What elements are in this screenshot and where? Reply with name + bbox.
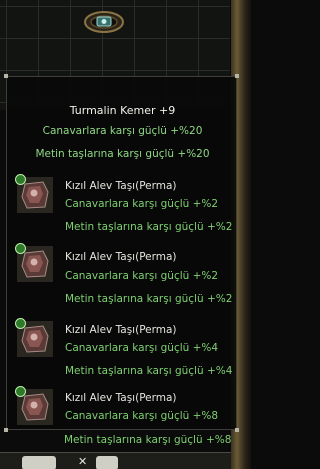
stone-bonus: Metin taşlarına karşı güçlü +%4 (65, 365, 233, 377)
stone-bonus: Canavarlara karşı güçlü +%8 (65, 410, 219, 422)
socket-badge-icon (15, 174, 26, 185)
item-bonus: Canavarlara karşı güçlü +%20 (42, 125, 203, 137)
stone-name: Kızıl Alev Taşı(Perma) (65, 180, 177, 192)
bottom-bar: ✕ (0, 452, 231, 469)
item-bonus: Metin taşlarına karşı güçlü +%20 (35, 148, 210, 160)
stone-bonus: Metin taşlarına karşı güçlü +%2 (65, 221, 233, 233)
tooltip-corner (235, 74, 239, 78)
tooltip-corner (4, 74, 8, 78)
socket-badge-icon (15, 318, 26, 329)
stone-name: Kızıl Alev Taşı(Perma) (65, 392, 177, 404)
stone-bonus: Metin taşlarına karşı güçlü +%8 (64, 434, 232, 446)
close-icon[interactable]: ✕ (78, 455, 87, 468)
stone-bonus: Metin taşlarına karşı güçlü +%2 (65, 293, 233, 305)
stone-bonus: Canavarlara karşı güçlü +%4 (65, 342, 219, 354)
tooltip-corner (235, 428, 239, 432)
socket-badge-icon (15, 386, 26, 397)
bottom-button[interactable] (96, 456, 118, 469)
bottom-button[interactable] (22, 456, 56, 469)
socket-badge-icon (15, 243, 26, 254)
item-title: Turmalin Kemer +9 (69, 104, 176, 117)
stone-name: Kızıl Alev Taşı(Perma) (65, 324, 177, 336)
item-tooltip: Turmalin Kemer +9 Canavarlara karşı güçl… (4, 74, 239, 432)
belt-icon[interactable] (82, 6, 126, 36)
stone-name: Kızıl Alev Taşı(Perma) (65, 251, 177, 263)
stone-bonus: Canavarlara karşı güçlü +%2 (65, 198, 219, 210)
game-screen: Turmalin Kemer +9 Canavarlara karşı güçl… (0, 0, 251, 469)
tooltip-corner (4, 428, 8, 432)
stone-bonus: Canavarlara karşı güçlü +%2 (65, 270, 219, 282)
